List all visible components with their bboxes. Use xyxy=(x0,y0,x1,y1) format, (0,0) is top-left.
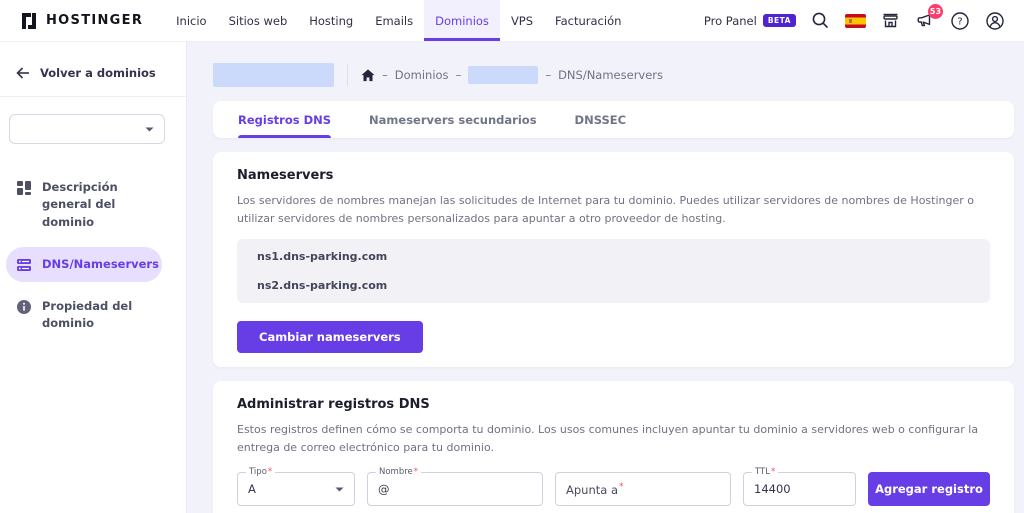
nameserver-1: ns1.dns-parking.com xyxy=(257,242,970,271)
nameservers-title: Nameservers xyxy=(237,168,990,183)
ttl-value: 14400 xyxy=(754,482,791,496)
pro-panel-label: Pro Panel xyxy=(704,14,757,28)
home-icon[interactable] xyxy=(361,69,375,82)
sidebar-item-domain-ownership[interactable]: Propiedad del dominio xyxy=(6,289,162,342)
nav-item-facturacion[interactable]: Facturación xyxy=(544,0,632,41)
record-name-input[interactable]: Nombre* @ xyxy=(367,472,543,506)
nav-item-inicio[interactable]: Inicio xyxy=(165,0,217,41)
dns-servers-icon xyxy=(16,257,32,273)
nav-item-sitios-web[interactable]: Sitios web xyxy=(218,0,299,41)
info-icon xyxy=(16,299,32,315)
search-icon[interactable] xyxy=(809,10,831,32)
back-label: Volver a dominios xyxy=(40,66,156,80)
tab-registros-dns[interactable]: Registros DNS xyxy=(238,101,331,138)
hostinger-logo-icon xyxy=(20,12,38,30)
dns-records-card: Administrar registros DNS Estos registro… xyxy=(213,381,1014,513)
name-label: Nombre xyxy=(379,467,413,477)
nameservers-box: ns1.dns-parking.com ns2.dns-parking.com xyxy=(237,239,990,303)
announcements-icon[interactable]: 53 xyxy=(914,10,936,32)
top-navbar: HOSTINGER Inicio Sitios web Hosting Emai… xyxy=(0,0,1024,42)
change-nameservers-button[interactable]: Cambiar nameservers xyxy=(237,321,423,353)
sidebar-menu: Descripción general del dominio DN xyxy=(0,170,186,342)
nav-item-vps[interactable]: VPS xyxy=(500,0,544,41)
record-points-to-input[interactable]: Apunta a* xyxy=(555,472,731,506)
dns-records-description: Estos registros definen cómo se comporta… xyxy=(237,421,990,456)
breadcrumb-current: DNS/Nameservers xyxy=(558,68,663,82)
breadcrumb: – Dominios – – DNS/Nameservers xyxy=(213,62,1014,88)
sidebar-item-dns-nameservers[interactable]: DNS/Nameservers xyxy=(6,247,162,282)
add-record-button[interactable]: Agregar registro xyxy=(868,472,990,506)
breadcrumb-separator: – xyxy=(545,68,551,82)
back-arrow-icon xyxy=(16,67,30,79)
name-value: @ xyxy=(378,482,390,496)
sidebar: Volver a dominios xyxy=(0,42,187,513)
tab-nameservers-secundarios[interactable]: Nameservers secundarios xyxy=(369,101,537,138)
nameservers-description: Los servidores de nombres manejan las so… xyxy=(237,192,990,227)
hostinger-hpanel: HOSTINGER Inicio Sitios web Hosting Emai… xyxy=(0,0,1024,513)
language-flag-es-icon[interactable] xyxy=(844,10,866,32)
pro-panel-link[interactable]: Pro Panel BETA xyxy=(704,14,796,28)
chevron-down-icon xyxy=(335,487,344,492)
notification-count-badge: 53 xyxy=(928,4,943,19)
hostinger-logo[interactable]: HOSTINGER xyxy=(20,0,143,41)
brand-name: HOSTINGER xyxy=(46,13,143,28)
breadcrumb-separator: – xyxy=(382,68,388,82)
sidebar-item-label: Descripción general del dominio xyxy=(42,179,152,231)
help-icon[interactable]: ? xyxy=(949,10,971,32)
breadcrumb-separator: – xyxy=(456,68,462,82)
sidebar-divider xyxy=(0,96,186,97)
ttl-label: TTL xyxy=(755,467,770,477)
nav-item-dominios[interactable]: Dominios xyxy=(424,0,500,41)
record-type-select[interactable]: Tipo* A xyxy=(237,472,355,506)
navbar-actions: Pro Panel BETA xyxy=(704,0,1006,41)
sidebar-item-label: Propiedad del dominio xyxy=(42,298,152,333)
domain-select[interactable] xyxy=(9,114,165,144)
svg-text:?: ? xyxy=(957,16,962,27)
type-value: A xyxy=(248,482,256,496)
redacted-domain-title xyxy=(213,63,334,87)
nameserver-2: ns2.dns-parking.com xyxy=(257,271,970,300)
nav-item-emails[interactable]: Emails xyxy=(364,0,424,41)
back-to-domains-link[interactable]: Volver a dominios xyxy=(0,66,186,80)
dns-tabs: Registros DNS Nameservers secundarios DN… xyxy=(213,101,1014,138)
dashboard-icon xyxy=(16,180,32,196)
main-content: – Dominios – – DNS/Nameservers Registros… xyxy=(187,42,1024,513)
type-label: Tipo xyxy=(249,467,267,477)
nameservers-card: Nameservers Los servidores de nombres ma… xyxy=(213,152,1014,367)
sidebar-item-label: DNS/Nameservers xyxy=(42,256,159,273)
breadcrumb-divider xyxy=(347,64,348,86)
record-ttl-input[interactable]: TTL* 14400 xyxy=(743,472,856,506)
account-icon[interactable] xyxy=(984,10,1006,32)
nav-item-hosting[interactable]: Hosting xyxy=(298,0,364,41)
beta-badge: BETA xyxy=(763,14,796,27)
chevron-down-icon xyxy=(145,127,154,132)
tab-dnssec[interactable]: DNSSEC xyxy=(575,101,627,138)
dns-records-title: Administrar registros DNS xyxy=(237,397,990,412)
main-nav: Inicio Sitios web Hosting Emails Dominio… xyxy=(165,0,632,41)
redacted-domain-crumb xyxy=(468,66,538,84)
store-icon[interactable] xyxy=(879,10,901,32)
breadcrumb-dominios[interactable]: Dominios xyxy=(395,68,449,82)
sidebar-item-domain-overview[interactable]: Descripción general del dominio xyxy=(6,170,162,240)
points-to-placeholder: Apunta a xyxy=(566,483,618,497)
add-record-form: Tipo* A Nombre* @ xyxy=(237,472,990,506)
